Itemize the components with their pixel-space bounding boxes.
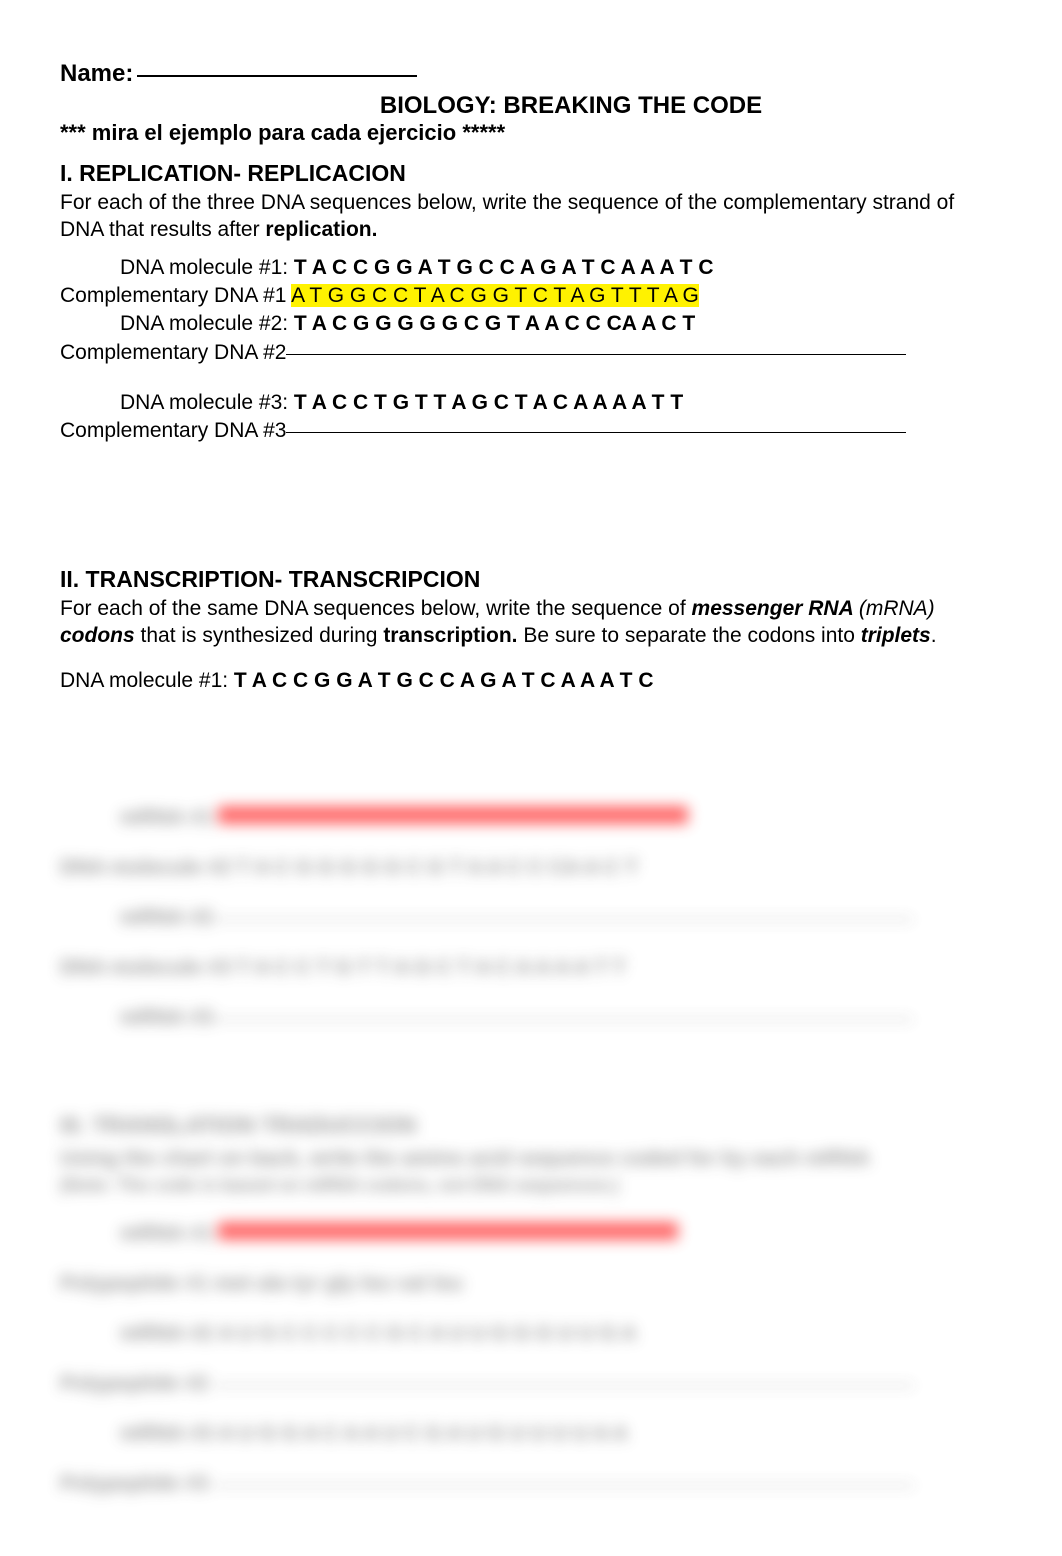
section1-heading: I. REPLICATION- REPLICACION [60,160,1002,187]
comp1-label: Complementary DNA #1 [60,284,291,307]
blurred-region: mRNA #1 DNA molecule #2 T A C G G G G G … [60,806,1002,1496]
s2-intro-p2: that is synthesized during [135,624,384,647]
blur-dna2: DNA molecule #2 T A C G G G G G C G T A … [60,856,1002,880]
s2-dna1-seq: T A C C G G A T G C C A G A T C A A A T … [234,669,654,692]
poly1-seq: met ala tyr gly leu val leu [214,1272,463,1295]
s2-mrna: messenger RNA [692,597,859,620]
mrna1b-redacted [218,1222,678,1240]
dna3-row: DNA molecule #3: T A C C T G T T A G C T… [60,389,1002,417]
poly2-label: Polypeptide #2 [60,1372,208,1395]
comp1-row: Complementary DNA #1 A T G G C C T A C G… [60,282,1002,310]
mrna3-answer-line[interactable] [213,1019,913,1020]
comp2-answer-line[interactable] [286,354,906,355]
dna2-row: DNA molecule #2: T A C G G G G G C G T A… [60,310,1002,338]
s2-intro-p1: For each of the same DNA sequences below… [60,597,692,620]
s2-codons: codons [60,624,135,647]
mrna2-label: mRNA #2 [120,906,213,929]
name-label: Name: [60,60,133,87]
mrna2b-seq: A U G C C C C C G C A U U G G G U U G A [218,1322,636,1345]
s2-triplets: triplets [861,624,931,647]
poly2-answer-line[interactable] [214,1385,914,1386]
section3-body: Using the chart on back, write the amino… [60,1147,1002,1171]
instruction-subtitle: *** mira el ejemplo para cada ejercicio … [60,120,1002,146]
section2-heading: II. TRANSCRIPTION- TRANSCRIPCION [60,566,1002,593]
dna1-row: DNA molecule #1: T A C C G G A T G C C A… [60,254,1002,282]
comp2-row: Complementary DNA #2 [60,339,1002,367]
dna1-seq: T A C C G G A T G C C A G A T C A A A T … [294,256,714,279]
s2-dna1-row: DNA molecule #1: T A C C G G A T G C C A… [60,667,1002,695]
dna2-seq: T A C G G G G G C G T A A C C CA A C T [294,312,695,335]
blur-dna3: DNA molecule #3 T A C C T G T T A G C T … [60,956,1002,980]
s2-transcription: transcription. [383,624,517,647]
poly3-label: Polypeptide #3 [60,1472,208,1495]
mrna3-label: mRNA #3 [120,1006,213,1029]
section3-heading: III. TRANSLATION TRADUCCION [60,1112,416,1138]
comp3-answer-line[interactable] [286,432,906,433]
comp1-seq-highlighted: A T G G C C T A C G G T C T A G T T T A … [291,284,699,307]
section3-note: (Note: The code is based on mRNA codons,… [60,1175,1002,1196]
s2-intro-p3: Be sure to separate the codons into [518,624,861,647]
dna3-seq: T A C C T G T T A G C T A C A A A A T T [294,391,683,414]
dna2-label: DNA molecule #2: [120,312,294,335]
mrna3b-label: mRNA #3 [120,1422,213,1445]
name-input-line[interactable] [137,75,417,77]
comp3-row: Complementary DNA #3 [60,417,1002,445]
s2-intro-end: . [931,624,937,647]
mrna2-answer-line[interactable] [213,919,913,920]
section1-intro-text: For each of the three DNA sequences belo… [60,191,954,241]
mrna3b-seq: A U G G A C A A U C G A U G U U U U A A [218,1422,628,1445]
poly1-label: Polypeptide #1 [60,1272,208,1295]
comp3-label: Complementary DNA #3 [60,419,286,442]
s2-mrna-paren: (mRNA) [859,597,935,620]
section1-intro: For each of the three DNA sequences belo… [60,189,1002,244]
mrna1b-label: mRNA #1 [120,1222,213,1245]
mrna1-answer-redacted [218,806,688,824]
section1-intro-bold: replication. [265,218,377,241]
section2-intro: For each of the same DNA sequences below… [60,595,1002,650]
mrna2b-label: mRNA #2 [120,1322,213,1345]
document-title: BIOLOGY: BREAKING THE CODE [60,92,1002,120]
dna1-label: DNA molecule #1: [120,256,294,279]
mrna1-label: mRNA #1 [120,806,213,829]
s2-dna1-label: DNA molecule #1: [60,669,234,692]
dna3-label: DNA molecule #3: [120,391,294,414]
comp2-label: Complementary DNA #2 [60,341,286,364]
poly3-answer-line[interactable] [214,1485,914,1486]
